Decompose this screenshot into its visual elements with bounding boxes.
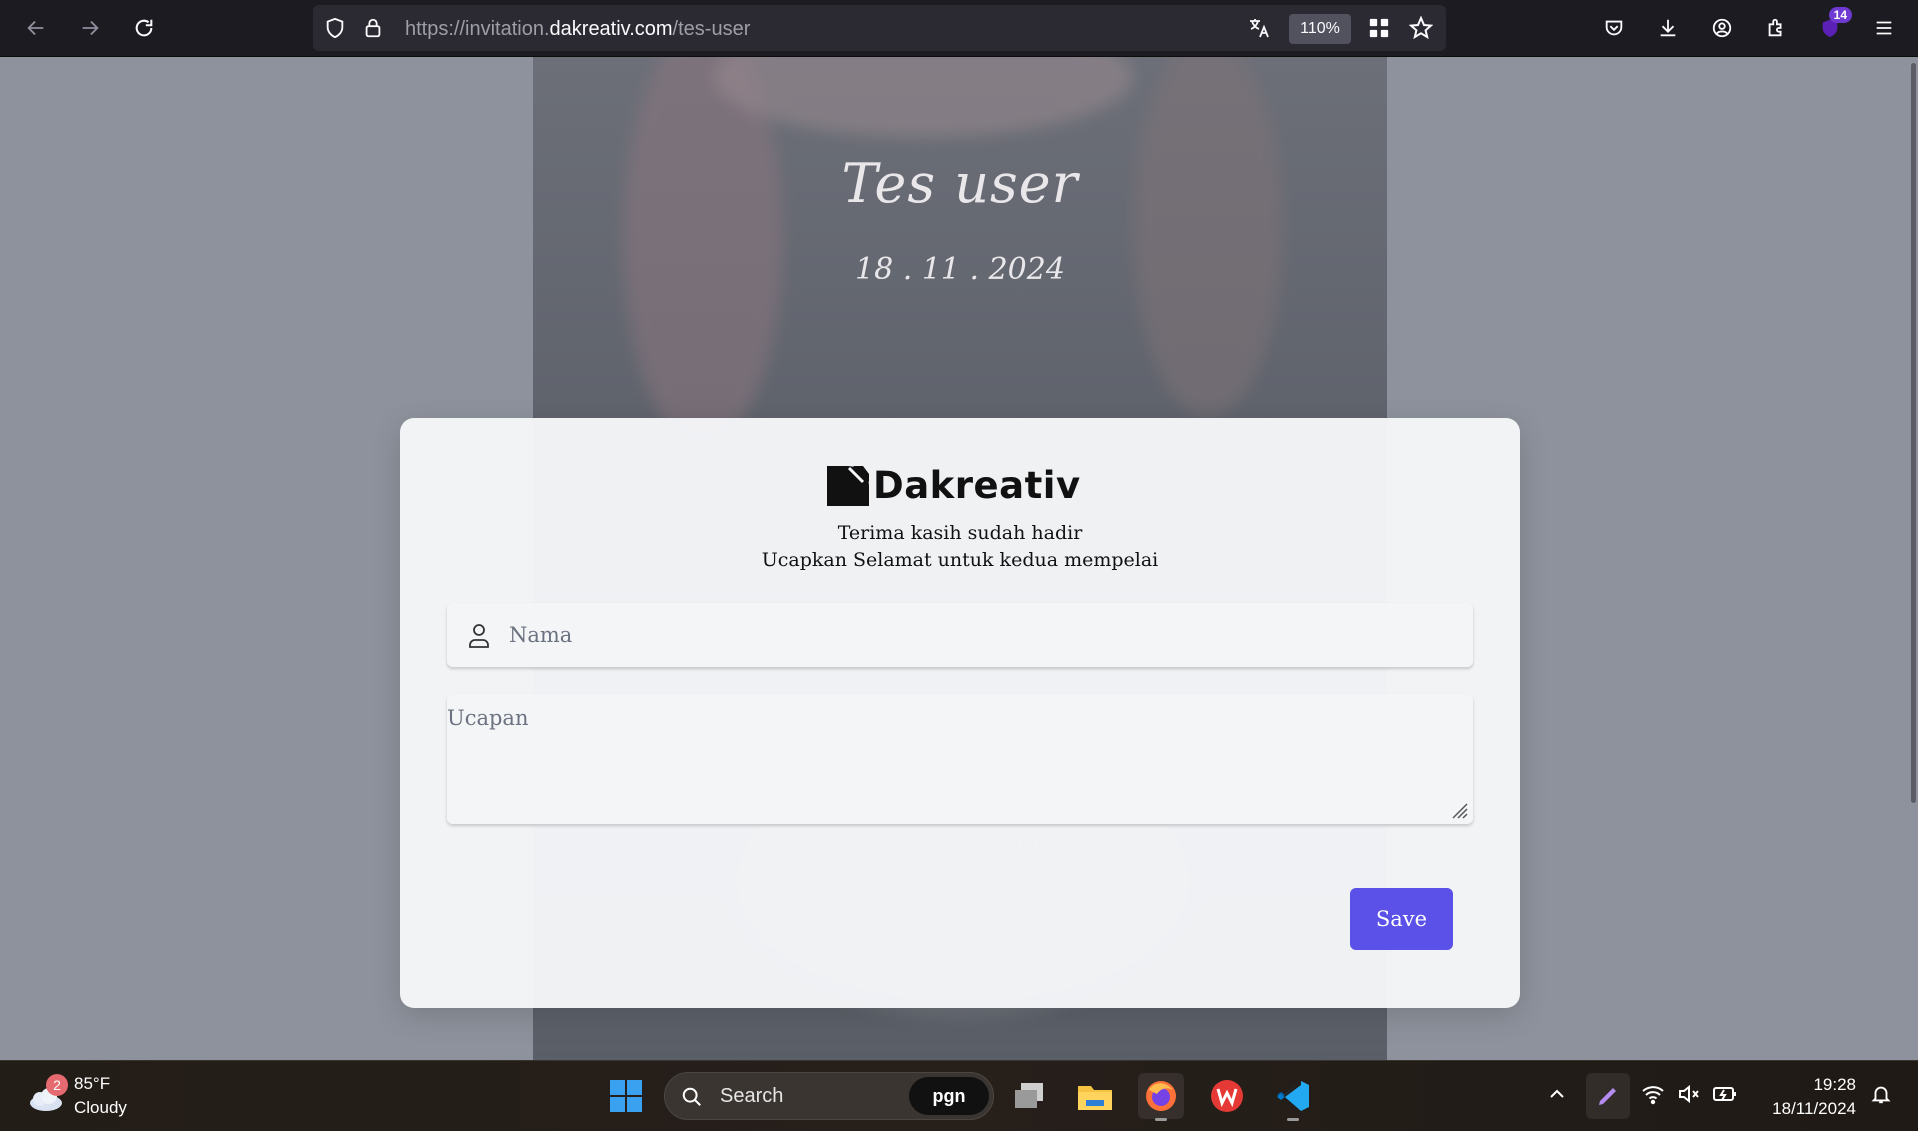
name-field[interactable]: [447, 603, 1473, 667]
url-bar[interactable]: https://invitation.dakreativ.com/tes-use…: [313, 5, 1446, 51]
logo-text: Dakreativ: [873, 464, 1081, 507]
url-domain: dakreativ.com: [549, 18, 673, 40]
app-running-indicator: [1155, 1118, 1167, 1121]
page-scrollbar[interactable]: [1908, 57, 1918, 1060]
reload-icon[interactable]: [126, 10, 162, 46]
save-button[interactable]: Save: [1350, 888, 1453, 950]
message-textarea[interactable]: [447, 706, 1467, 816]
vscode-icon[interactable]: [1270, 1073, 1316, 1121]
weather-badge: 2: [46, 1074, 68, 1096]
thanks-text: Terima kasih sudah hadir: [837, 522, 1083, 544]
wifi-icon[interactable]: [1638, 1079, 1668, 1109]
battery-charging-icon[interactable]: [1710, 1079, 1740, 1109]
search-label: Search: [720, 1085, 784, 1107]
weather-condition-text: Cloudy: [74, 1098, 127, 1117]
windows-taskbar: 2 85°F Cloudy Search pgn 19:28 18/11/202…: [0, 1060, 1918, 1131]
task-view-icon[interactable]: [1006, 1073, 1052, 1119]
account-icon[interactable]: [1704, 10, 1740, 46]
apps-grid-icon[interactable]: [1367, 16, 1391, 40]
taskbar-search[interactable]: Search pgn: [664, 1072, 994, 1120]
forward-icon[interactable]: [72, 10, 108, 46]
invitation-date: 18 . 11 . 2024: [855, 252, 1065, 287]
clock-date: 18/11/2024: [1772, 1099, 1856, 1118]
dakreativ-logo: Dakreativ: [827, 464, 1081, 507]
extensions-icon[interactable]: [1758, 10, 1794, 46]
clock-time: 19:28: [1813, 1075, 1856, 1094]
firefox-icon[interactable]: [1138, 1073, 1184, 1121]
user-icon: [469, 624, 489, 648]
browser-toolbar: https://invitation.dakreativ.com/tes-use…: [0, 0, 1918, 57]
flower-decoration: [713, 57, 1133, 137]
bookmark-star-icon[interactable]: [1409, 16, 1433, 40]
url-path: /tes-user: [672, 18, 751, 40]
greeting-modal: Dakreativ Terima kasih sudah hadir Ucapk…: [400, 418, 1520, 1008]
url-prefix: https://invitation.: [405, 18, 550, 40]
extension-badge: 14: [1828, 7, 1852, 23]
cloud-icon: 2: [26, 1074, 68, 1116]
prompt-text: Ucapkan Selamat untuk kedua mempelai: [761, 549, 1159, 571]
translate-icon[interactable]: [1247, 16, 1271, 40]
search-icon: [682, 1087, 701, 1106]
menu-icon[interactable]: [1866, 10, 1902, 46]
scrollbar-thumb[interactable]: [1911, 63, 1916, 803]
shield-icon[interactable]: [323, 16, 347, 40]
dakreativ-logo-mark: [827, 465, 869, 506]
flower-decoration: [1133, 57, 1283, 417]
windows-start-icon[interactable]: [603, 1073, 649, 1119]
name-input[interactable]: [509, 613, 1449, 657]
extension-ublock-icon[interactable]: 14: [1812, 7, 1852, 46]
weather-widget[interactable]: 2 85°F Cloudy: [26, 1072, 127, 1120]
pen-app-icon[interactable]: [1586, 1073, 1630, 1119]
zoom-level-button[interactable]: 110%: [1289, 14, 1351, 44]
lock-icon[interactable]: [361, 16, 385, 40]
volume-muted-icon[interactable]: [1674, 1079, 1704, 1109]
message-field[interactable]: [447, 694, 1473, 824]
back-icon[interactable]: [18, 10, 54, 46]
app-running-indicator: [1287, 1118, 1299, 1121]
pocket-icon[interactable]: [1596, 10, 1632, 46]
download-icon[interactable]: [1650, 10, 1686, 46]
resize-grip-icon[interactable]: [1449, 800, 1469, 820]
system-clock[interactable]: 19:28 18/11/2024: [1752, 1073, 1856, 1121]
wps-office-icon[interactable]: [1204, 1073, 1250, 1119]
page-viewport: Tes user 18 . 11 . 2024 Tes user 18 . 11…: [0, 57, 1918, 1060]
notification-bell-icon[interactable]: [1866, 1079, 1896, 1109]
url-text[interactable]: https://invitation.dakreativ.com/tes-use…: [405, 18, 750, 41]
temperature-text: 85°F: [74, 1074, 111, 1093]
tray-overflow-chevron-icon[interactable]: [1542, 1079, 1572, 1109]
invitation-title: Tes user: [841, 152, 1079, 215]
search-highlight-badge: pgn: [909, 1077, 989, 1115]
file-explorer-icon[interactable]: [1072, 1073, 1118, 1119]
